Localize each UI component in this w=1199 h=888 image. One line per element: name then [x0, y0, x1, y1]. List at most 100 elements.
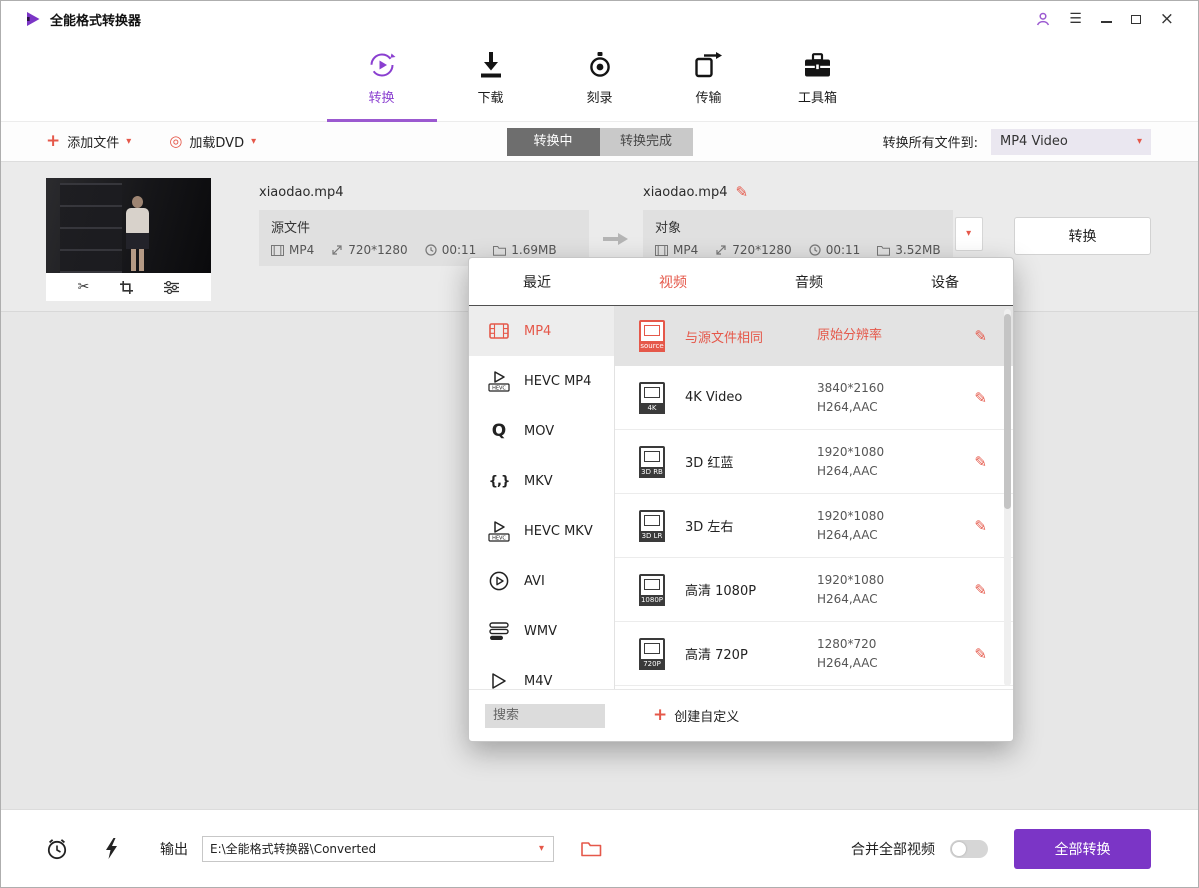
- format-item-hevc-mkv[interactable]: HEVC HEVC MKV: [469, 506, 614, 556]
- preset-same-as-source[interactable]: source 与源文件相同 原始分辨率 ✎: [615, 306, 1013, 366]
- nav-tab-toolbox[interactable]: 工具箱: [782, 50, 854, 122]
- create-custom-button[interactable]: + 创建自定义: [653, 706, 739, 725]
- format-item-m4v[interactable]: M4V: [469, 656, 614, 689]
- tab-video[interactable]: 视频: [605, 258, 741, 305]
- preset-doc-icon: 3D RB: [639, 446, 665, 478]
- format-search-input[interactable]: [485, 704, 605, 728]
- source-label: 源文件: [271, 217, 577, 236]
- target-format-dropdown-button[interactable]: ▾: [955, 217, 983, 251]
- open-folder-icon[interactable]: [581, 840, 602, 857]
- preset-list: source 与源文件相同 原始分辨率 ✎ 4K 4K Video 3840*2…: [615, 306, 1013, 689]
- format-item-hevc-mp4[interactable]: HEVC HEVC MP4: [469, 356, 614, 406]
- add-file-button[interactable]: + 添加文件 ▾: [46, 132, 131, 151]
- close-button[interactable]: ×: [1160, 11, 1174, 28]
- account-icon[interactable]: [1036, 12, 1050, 26]
- media-stack-icon: [486, 622, 512, 641]
- convert-all-button[interactable]: 全部转换: [1014, 829, 1151, 869]
- chevron-down-icon[interactable]: ▾: [530, 843, 553, 854]
- format-item-mov[interactable]: Q MOV: [469, 406, 614, 456]
- chevron-down-icon: ▾: [126, 137, 131, 147]
- load-dvd-label: 加载DVD: [189, 132, 244, 151]
- minimize-icon: [1101, 21, 1112, 23]
- merge-videos-toggle[interactable]: [950, 840, 988, 858]
- queue-tabs: 转换中 转换完成: [507, 128, 693, 156]
- scrollbar-thumb[interactable]: [1004, 314, 1011, 509]
- edit-preset-icon[interactable]: ✎: [974, 645, 987, 663]
- crop-icon[interactable]: [120, 281, 133, 294]
- preset-4k-video[interactable]: 4K 4K Video 3840*2160H264,AAC ✎: [615, 366, 1013, 430]
- menu-icon[interactable]: ☰: [1069, 11, 1082, 27]
- format-label: HEVC MP4: [524, 374, 591, 389]
- tab-device[interactable]: 设备: [877, 258, 1013, 305]
- nav-tab-label: 传输: [695, 87, 721, 106]
- format-item-mp4[interactable]: MP4: [469, 306, 614, 356]
- nav-tab-download[interactable]: 下载: [455, 50, 527, 122]
- preset-3d-redblue[interactable]: 3D RB 3D 红蓝 1920*1080H264,AAC ✎: [615, 430, 1013, 494]
- output-path-input[interactable]: [203, 842, 530, 856]
- play-icon: [486, 672, 512, 689]
- format-label: MP4: [524, 324, 551, 339]
- preset-details: 1280*720H264,AAC: [817, 635, 967, 672]
- preset-hd-720p[interactable]: 720P 高清 720P 1280*720H264,AAC ✎: [615, 622, 1013, 686]
- main-nav: 转换 下载 刻录 传输 工具箱: [1, 37, 1198, 122]
- load-dvd-button[interactable]: ◎ 加载DVD ▾: [169, 132, 256, 151]
- nav-tab-label: 下载: [477, 87, 503, 106]
- edit-preset-icon[interactable]: ✎: [974, 517, 987, 535]
- nav-tab-label: 转换: [368, 87, 394, 106]
- preset-3d-leftright[interactable]: 3D LR 3D 左右 1920*1080H264,AAC ✎: [615, 494, 1013, 558]
- play-circle-icon: [486, 571, 512, 591]
- rename-icon[interactable]: ✎: [736, 185, 749, 200]
- tab-audio[interactable]: 音频: [741, 258, 877, 305]
- format-label: HEVC MKV: [524, 524, 593, 539]
- preset-doc-icon: 1080P: [639, 574, 665, 606]
- convert-row-button[interactable]: 转换: [1014, 217, 1151, 255]
- format-popup-footer: + 创建自定义: [469, 689, 1013, 741]
- app-window: { "window": { "title": "全能格式转换器" }, "ico…: [0, 0, 1199, 888]
- toolbox-icon: [804, 50, 831, 80]
- nav-tab-convert[interactable]: 转换: [346, 50, 418, 122]
- format-item-avi[interactable]: AVI: [469, 556, 614, 606]
- nav-tab-transfer[interactable]: 传输: [673, 50, 745, 122]
- arrow-right-icon: [603, 231, 629, 251]
- source-column: xiaodao.mp4 源文件 MP4 720*1280: [259, 183, 589, 266]
- toggle-knob: [952, 842, 966, 856]
- convert-icon: [368, 50, 396, 80]
- clip-tools: ✂: [46, 273, 211, 301]
- target-format: MP4: [655, 243, 698, 257]
- effects-icon[interactable]: [164, 281, 179, 294]
- tab-completed[interactable]: 转换完成: [600, 128, 693, 156]
- tab-converting[interactable]: 转换中: [507, 128, 600, 156]
- format-list: MP4 HEVC HEVC MP4 Q MOV {,} MKV HEVC HEV: [469, 306, 615, 689]
- output-format-select[interactable]: MP4 Video ▾: [991, 129, 1151, 155]
- format-popup-body: MP4 HEVC HEVC MP4 Q MOV {,} MKV HEVC HEV: [469, 306, 1013, 689]
- format-item-mkv[interactable]: {,} MKV: [469, 456, 614, 506]
- hevc-play-icon: HEVC: [486, 371, 512, 392]
- preset-hd-1080p[interactable]: 1080P 高清 1080P 1920*1080H264,AAC ✎: [615, 558, 1013, 622]
- target-resolution: 720*1280: [715, 243, 791, 257]
- source-doc-icon: source: [639, 320, 665, 352]
- trim-icon[interactable]: ✂: [78, 279, 90, 295]
- clock-icon: [809, 244, 821, 256]
- window-controls: ☰ ×: [1036, 11, 1174, 28]
- tab-recent[interactable]: 最近: [469, 258, 605, 305]
- nav-tab-burn[interactable]: 刻录: [564, 50, 636, 122]
- format-label: MKV: [524, 474, 553, 489]
- maximize-button[interactable]: [1131, 15, 1141, 24]
- edit-preset-icon[interactable]: ✎: [974, 581, 987, 599]
- popup-scrollbar[interactable]: [1004, 309, 1011, 686]
- nav-tab-label: 刻录: [586, 87, 612, 106]
- preset-name: 3D 左右: [685, 516, 817, 535]
- edit-preset-icon[interactable]: ✎: [974, 453, 987, 471]
- preset-name: 高清 720P: [685, 644, 817, 663]
- chevron-down-icon: ▾: [1137, 137, 1142, 147]
- minimize-button[interactable]: [1101, 15, 1112, 23]
- target-size: 3.52MB: [877, 243, 940, 257]
- edit-preset-icon[interactable]: ✎: [974, 327, 987, 345]
- format-popup-tabs: 最近 视频 音频 设备: [469, 258, 1013, 306]
- performance-icon[interactable]: [105, 838, 118, 859]
- target-label: 对象: [655, 217, 941, 236]
- edit-preset-icon[interactable]: ✎: [974, 389, 987, 407]
- format-item-wmv[interactable]: WMV: [469, 606, 614, 656]
- toolbar: + 添加文件 ▾ ◎ 加载DVD ▾ 转换中 转换完成 转换所有文件到: MP4…: [1, 122, 1198, 162]
- schedule-icon[interactable]: [46, 838, 68, 860]
